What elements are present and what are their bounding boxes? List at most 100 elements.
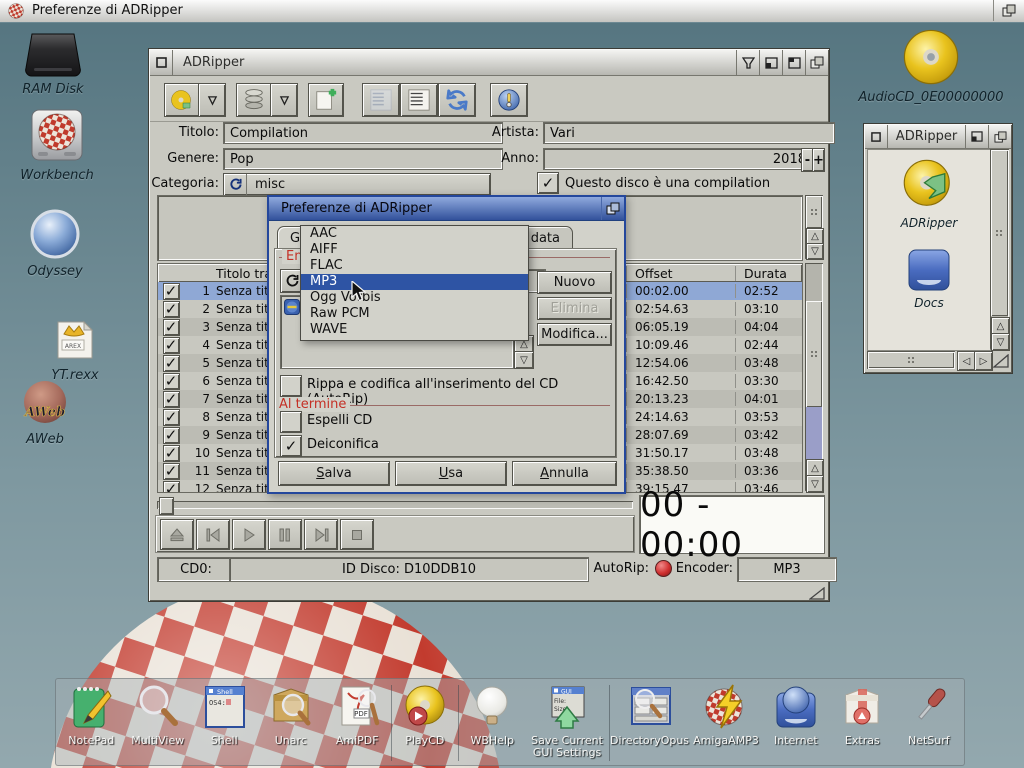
zoom-gadget[interactable] [759, 50, 782, 75]
track-checkbox[interactable] [163, 355, 180, 372]
database-button[interactable] [236, 83, 272, 117]
track-checkbox[interactable] [163, 463, 180, 480]
anno-increment-button[interactable]: + [812, 148, 825, 172]
nuovo-button[interactable]: Nuovo [537, 271, 612, 294]
scroll-down-button[interactable]: ▽ [806, 243, 824, 260]
dropdown-item-aiff[interactable]: AIFF [301, 242, 528, 258]
dropdown-item-mp3-selected[interactable]: MP3 [301, 274, 528, 290]
drawer-hscrollbar[interactable]: ◁ ▷ [867, 351, 1009, 369]
dock-item-internet[interactable]: Internet [763, 683, 830, 763]
desktop-icon-aweb[interactable]: AWeb AWeb [12, 380, 78, 447]
play-button[interactable] [232, 519, 266, 550]
modifica-button[interactable]: Modifica... [537, 323, 612, 346]
track-checkbox[interactable] [163, 391, 180, 408]
seek-slider[interactable] [157, 497, 633, 513]
dock-item-directoryopus[interactable]: DirectoryOpus [610, 683, 690, 763]
zoom-gadget[interactable] [965, 125, 988, 148]
track-checkbox[interactable] [163, 337, 180, 354]
dock-item-unarc[interactable]: Unarc [258, 683, 325, 763]
genere-field[interactable]: Pop [223, 148, 503, 170]
rip-options-button[interactable] [198, 83, 226, 117]
prefs-titlebar[interactable]: Preferenze di ADRipper [269, 197, 624, 221]
scrollbar-thumb[interactable] [868, 352, 954, 368]
categoria-cycle[interactable]: misc [223, 173, 491, 196]
desktop-icon-ramdisk[interactable]: RAM Disk [14, 32, 92, 97]
dock-item-wbhelp[interactable]: WBHelp [459, 683, 526, 763]
track-checkbox[interactable] [163, 373, 180, 390]
shade-gadget[interactable] [782, 50, 805, 75]
refresh-button[interactable] [438, 83, 476, 117]
drawer-titlebar[interactable]: ADRipper [865, 125, 1011, 149]
dropdown-item-ogg[interactable]: Ogg Vorbis [301, 290, 528, 306]
deiconifica-checkbox[interactable] [280, 435, 302, 457]
dock-item-notepad[interactable]: NotePad [58, 683, 125, 763]
header-durata[interactable]: Durata [736, 266, 802, 281]
database-options-button[interactable] [270, 83, 298, 117]
desktop-icon-audiocd[interactable]: AudioCD_0E00000000 [856, 28, 1006, 105]
track-checkbox[interactable] [163, 283, 180, 300]
dropdown-item-rawpcm[interactable]: Raw PCM [301, 306, 528, 322]
slider-thumb[interactable] [159, 497, 174, 515]
anno-field[interactable]: 2018 [543, 148, 813, 170]
compilation-checkbox[interactable] [537, 172, 559, 194]
dock-item-playcd[interactable]: PlayCD [392, 683, 459, 763]
stop-button[interactable] [340, 519, 374, 550]
desktop-icon-ytrexx[interactable]: AREX YT.rexx [42, 316, 108, 383]
salva-button[interactable]: Salva [278, 461, 390, 486]
eject-button[interactable] [160, 519, 194, 550]
dropdown-item-flac[interactable]: FLAC [301, 258, 528, 274]
dock-item-multiview[interactable]: MultiView [125, 683, 192, 763]
scrollbar-thumb[interactable] [806, 196, 822, 228]
list-scroll-down-button[interactable]: ▽ [514, 351, 534, 369]
track-checkbox[interactable] [163, 301, 180, 318]
screen-depth-gadget[interactable] [993, 0, 1024, 21]
scrollbar-thumb[interactable] [991, 150, 1008, 316]
track-checkbox[interactable] [163, 319, 180, 336]
desktop-icon-workbench[interactable]: Workbench [18, 106, 96, 183]
drawer-icon-docs[interactable]: Docs [886, 248, 972, 310]
espelli-checkbox[interactable] [280, 411, 302, 433]
new-entry-button[interactable] [308, 83, 344, 117]
dropdown-item-wave[interactable]: WAVE [301, 322, 528, 338]
dock-item-extras[interactable]: Extras [829, 683, 896, 763]
resize-gadget[interactable] [993, 353, 1009, 372]
dock-item-netsurf[interactable]: NetSurf [896, 683, 963, 763]
disc-info-scrollbar[interactable]: △ ▽ [805, 195, 823, 259]
header-offset[interactable]: Offset [627, 266, 736, 281]
artista-field[interactable]: Vari [543, 122, 835, 144]
desktop-icon-odyssey[interactable]: Odyssey [22, 208, 88, 279]
autorip-checkbox[interactable] [280, 375, 302, 397]
previous-track-button[interactable] [196, 519, 230, 550]
titolo-field[interactable]: Compilation [223, 122, 503, 144]
elimina-button[interactable]: Elimina [537, 297, 612, 320]
scroll-right-button[interactable]: ▷ [974, 351, 993, 371]
drawer-vscrollbar[interactable]: △ ▽ [990, 149, 1009, 349]
list-view-button-disabled[interactable] [362, 83, 400, 117]
resize-gadget[interactable] [809, 585, 825, 598]
dock-item-amipdf[interactable]: PDF AmiPDF [324, 683, 391, 763]
track-checkbox[interactable] [163, 409, 180, 426]
close-gadget[interactable] [150, 50, 173, 75]
scrollbar-thumb[interactable] [806, 301, 822, 407]
depth-gadget[interactable] [988, 125, 1011, 148]
track-checkbox[interactable] [163, 445, 180, 462]
depth-gadget[interactable] [805, 50, 828, 75]
preferences-button[interactable] [490, 83, 528, 117]
main-window-titlebar[interactable]: ADRipper [150, 50, 828, 76]
iconify-gadget[interactable] [736, 50, 759, 75]
track-checkbox[interactable] [163, 481, 180, 494]
track-list-scrollbar[interactable]: △ ▽ [805, 263, 823, 491]
usa-button[interactable]: Usa [395, 461, 507, 486]
drawer-icon-adripper[interactable]: ADRipper [886, 158, 972, 230]
rip-cd-button[interactable] [164, 83, 200, 117]
next-track-button[interactable] [304, 519, 338, 550]
annulla-button[interactable]: Annulla [512, 461, 617, 486]
dock-item-shell[interactable]: Shell OS4: Shell [191, 683, 258, 763]
dropdown-item-aac[interactable]: AAC [301, 226, 528, 242]
pause-button[interactable] [268, 519, 302, 550]
scroll-down-button[interactable]: ▽ [991, 333, 1010, 351]
depth-gadget[interactable] [601, 197, 624, 220]
dock-item-amigaamp[interactable]: AmigaAMP3 [689, 683, 762, 763]
list-view-button[interactable] [400, 83, 438, 117]
track-checkbox[interactable] [163, 427, 180, 444]
